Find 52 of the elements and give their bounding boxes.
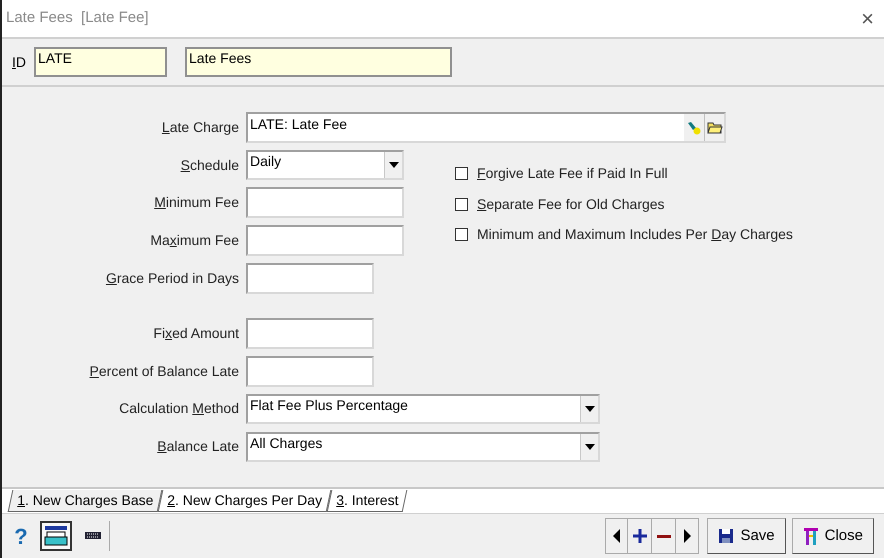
folder-icon xyxy=(706,121,722,134)
field-label: Maximum Fee xyxy=(149,231,239,250)
minus-icon xyxy=(656,534,671,538)
checkbox-label: Forgive Late Fee if Paid In Full xyxy=(477,164,668,184)
field-label: Schedule xyxy=(180,156,239,175)
close-button[interactable]: × xyxy=(861,8,874,30)
id-label: ID xyxy=(12,52,28,72)
field-label: Calculation Method xyxy=(118,399,239,418)
close-button[interactable]: Close xyxy=(792,518,874,554)
caret-icon xyxy=(584,444,594,450)
text-field[interactable] xyxy=(246,262,374,294)
id-field[interactable]: LATE xyxy=(34,47,167,77)
flashlight-icon xyxy=(687,120,701,135)
search-button[interactable] xyxy=(684,114,704,142)
checkbox[interactable] xyxy=(455,167,468,180)
plus-icon xyxy=(632,529,647,543)
text-field[interactable] xyxy=(246,318,374,350)
checkbox[interactable] xyxy=(455,198,468,211)
dropdown-field[interactable]: All Charges xyxy=(246,432,600,462)
tab[interactable]: 1. New Charges Base xyxy=(8,490,163,512)
lookup-field[interactable]: LATE: Late Fee xyxy=(246,112,726,144)
field-label: Percent of Balance Late xyxy=(88,362,239,381)
field-label: Fixed Amount xyxy=(152,324,239,344)
field-label: Grace Period in Days xyxy=(104,268,239,288)
text-field[interactable] xyxy=(246,225,404,256)
print-button[interactable] xyxy=(40,521,72,551)
help-button[interactable]: ? xyxy=(6,520,36,552)
window-title: Late Fees [Late Fee] xyxy=(6,8,149,28)
tab[interactable]: 3. Interest xyxy=(326,490,408,512)
caret-icon xyxy=(584,406,594,412)
browse-button[interactable] xyxy=(704,114,724,142)
checkbox-label: Separate Fee for Old Charges xyxy=(477,194,665,214)
dropdown-button[interactable] xyxy=(384,152,402,178)
text-field[interactable] xyxy=(246,356,374,387)
save-button[interactable]: Save xyxy=(707,518,786,554)
keyboard-icon[interactable] xyxy=(84,530,102,542)
right-triangle-icon xyxy=(684,529,691,543)
field-label: Minimum Fee xyxy=(153,193,239,212)
field-label: Late Charge xyxy=(160,118,239,138)
tab[interactable]: 2. New Charges Per Day xyxy=(158,490,332,512)
text-field[interactable] xyxy=(246,187,404,218)
checkbox[interactable] xyxy=(455,228,468,242)
dropdown-field[interactable]: Flat Fee Plus Percentage xyxy=(246,394,600,424)
description-field[interactable]: Late Fees xyxy=(185,47,452,77)
printer-icon xyxy=(44,525,68,547)
checkbox-label: Minimum and Maximum Includes Per Day Charges xyxy=(477,225,793,244)
dropdown-field[interactable]: Daily xyxy=(246,150,404,180)
dropdown-button[interactable] xyxy=(580,396,598,422)
left-triangle-icon xyxy=(613,529,620,543)
caret-icon xyxy=(388,162,398,168)
field-label: Balance Late xyxy=(156,437,239,456)
dropdown-button[interactable] xyxy=(580,434,598,460)
